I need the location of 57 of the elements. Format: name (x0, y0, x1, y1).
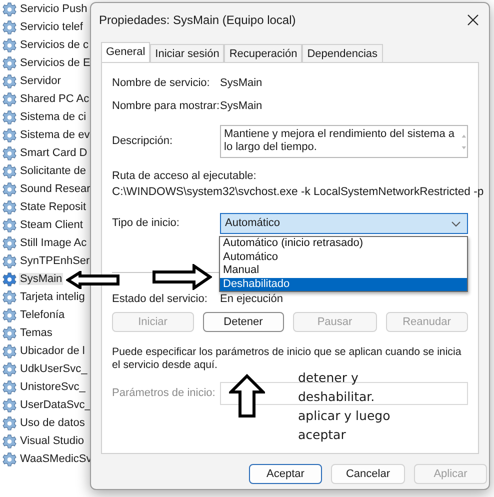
chevron-icon (451, 220, 461, 226)
tab[interactable]: Recuperación (224, 44, 302, 63)
up-arrow-icon (229, 374, 265, 418)
service-item[interactable]: Sound Resear (19, 183, 92, 195)
service-button[interactable]: Detener (202, 312, 284, 332)
service-item[interactable]: Shared PC Ac (19, 93, 90, 105)
description-box[interactable]: Mantiene y mejora el rendimiento del sistema a lo largo del tiempo. (220, 125, 468, 158)
service-item[interactable]: WaaSMedicSv (19, 453, 93, 465)
service-item[interactable]: Smart Card D (19, 147, 88, 159)
annotation-note: detener y deshabilitar. aplicar y luego aceptar (298, 369, 390, 444)
field-label: Descripción: (112, 135, 174, 148)
service-item[interactable]: Steam Client (19, 219, 84, 231)
dropdown-option[interactable]: Automático (inicio retrasado) (220, 237, 467, 250)
service-item[interactable]: UserDataSvc_ (19, 399, 92, 411)
help-text: Puede especificar los parámetros de inicio que se aplican cuando se inicia el servicio desde aquí. (112, 346, 462, 372)
field-value: En ejecución (220, 293, 283, 306)
window-title: Propiedades: SysMain (Equipo local) (99, 13, 296, 27)
service-item[interactable]: Uso de datos (19, 417, 86, 429)
tab[interactable]: Dependencias (302, 44, 383, 63)
service-item[interactable]: Visual Studio (19, 435, 86, 447)
dropdown-option[interactable]: Deshabilitado (220, 278, 467, 291)
right-arrow-icon (152, 264, 212, 290)
tab[interactable]: General (101, 42, 150, 63)
service-item[interactable]: UnistoreSvc_ (19, 381, 86, 393)
service-item[interactable]: Still Image Ac (19, 237, 88, 249)
path-value: C:\WINDOWS\system32\svchost.exe -k LocalSystemNetworkRestricted -p (112, 186, 484, 199)
field-label: Estado del servicio: (112, 293, 208, 306)
service-item[interactable]: Servicios de E (19, 57, 92, 69)
field-value: SysMain (220, 100, 262, 113)
service-item[interactable]: Tarjeta intelig (19, 291, 86, 303)
field-label: Parámetros de inicio: (112, 387, 216, 400)
service-item[interactable]: UdkUserSvc_ (19, 363, 88, 375)
service-item[interactable]: Sistema de ev (19, 129, 91, 141)
service-item[interactable]: SynTPEnhSer (19, 255, 91, 267)
service-item[interactable]: Telefonía (19, 309, 66, 321)
dialog-button[interactable]: Aceptar (249, 464, 322, 484)
dropdown-option[interactable]: Automático (220, 250, 467, 264)
service-item[interactable]: Sistema de ci (19, 111, 88, 123)
service-item[interactable]: Servicio telef (19, 21, 84, 33)
field-label: Nombre para mostrar: (112, 100, 220, 113)
field-value: SysMain (220, 77, 262, 90)
field-label: Nombre de servicio: (112, 77, 211, 90)
service-item[interactable]: Solicitante de (19, 165, 88, 177)
service-item[interactable]: Servicios de c (19, 39, 90, 51)
tab[interactable]: Iniciar sesión (150, 44, 224, 63)
dropdown-option[interactable]: Manual (220, 264, 467, 278)
service-item[interactable]: Temas (19, 327, 54, 339)
close-icon[interactable] (467, 14, 479, 26)
startup-type-dropdown[interactable]: Automático (220, 213, 468, 234)
service-item[interactable]: State Reposit (19, 201, 88, 213)
service-item[interactable]: Servicio Push (19, 3, 88, 15)
dialog-button[interactable]: Cancelar (331, 464, 405, 484)
service-item[interactable]: Servidor (19, 75, 62, 87)
service-item[interactable]: Ubicador de l (19, 345, 86, 357)
field-label: Ruta de acceso al ejecutable: (112, 170, 256, 183)
field-label: Tipo de inicio: (112, 217, 180, 230)
service-item[interactable]: SysMain (19, 273, 64, 285)
